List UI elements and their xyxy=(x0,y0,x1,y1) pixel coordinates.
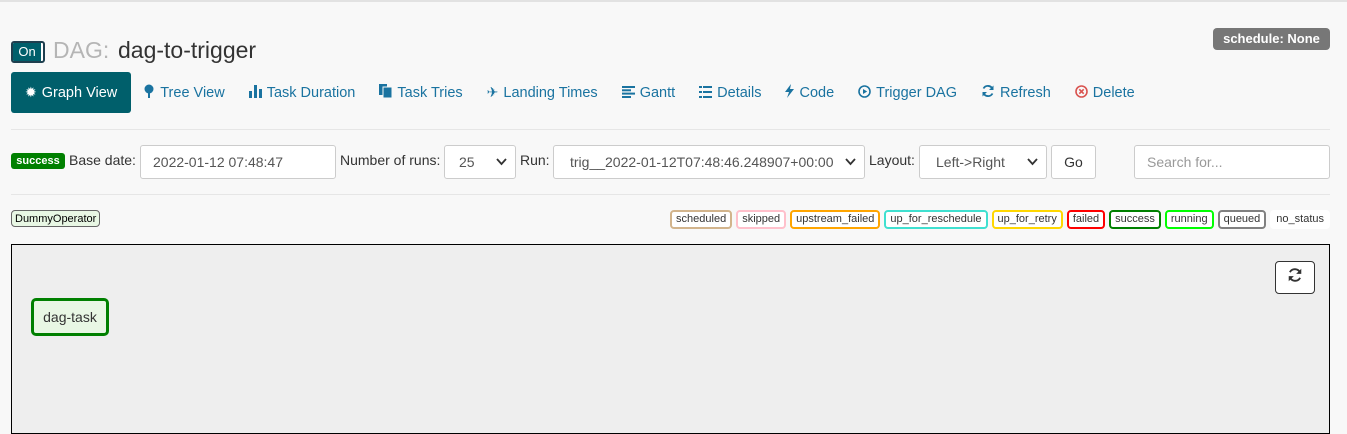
operator-legend: DummyOperator xyxy=(11,210,101,227)
num-runs-value: 25 xyxy=(459,154,475,170)
layout-label: Layout: xyxy=(869,152,915,168)
tab-tree-view[interactable]: Tree View xyxy=(131,72,236,113)
dag-prefix: DAG: xyxy=(53,37,110,63)
play-circle-icon xyxy=(858,84,871,101)
tab-details[interactable]: Details xyxy=(687,72,773,113)
graph-refresh-button[interactable] xyxy=(1275,261,1315,294)
state-failed[interactable]: failed xyxy=(1066,210,1106,229)
bolt-icon xyxy=(785,84,795,101)
tab-landing-times[interactable]: ✈ Landing Times xyxy=(475,72,610,113)
align-left-icon xyxy=(621,85,635,101)
task-node[interactable]: dag-task xyxy=(31,298,109,336)
sun-icon: ✹ xyxy=(25,84,37,100)
refresh-icon xyxy=(1287,267,1303,288)
divider xyxy=(11,194,1330,195)
state-no-status[interactable]: no_status xyxy=(1270,210,1330,229)
dag-run-status-badge: success xyxy=(11,153,65,169)
chevron-down-icon xyxy=(496,146,507,178)
tab-label: Task Tries xyxy=(397,84,463,101)
tab-label: Graph View xyxy=(41,84,118,101)
tab-trigger-dag[interactable]: Trigger DAG xyxy=(846,72,969,113)
state-success[interactable]: success xyxy=(1109,210,1161,229)
schedule-badge: schedule: None xyxy=(1213,28,1330,50)
search-input[interactable]: Search for... xyxy=(1134,145,1330,179)
chevron-down-icon xyxy=(845,146,856,178)
base-date-label: Base date: xyxy=(69,152,136,168)
layout-value: Left->Right xyxy=(936,154,1005,170)
state-upstream-failed[interactable]: upstream_failed xyxy=(790,210,881,229)
base-date-input[interactable]: 2022-01-12 07:48:47 xyxy=(140,145,336,179)
tab-label: Landing Times xyxy=(503,84,598,101)
state-queued[interactable]: queued xyxy=(1217,210,1267,229)
tab-code[interactable]: Code xyxy=(773,72,846,113)
tab-label: Delete xyxy=(1092,84,1135,101)
tab-graph-view[interactable]: ✹ Graph View xyxy=(11,72,132,113)
toggle-label: On xyxy=(13,43,41,61)
state-skipped[interactable]: skipped xyxy=(736,210,787,229)
tab-label: Details xyxy=(717,84,762,101)
remove-circle-icon xyxy=(1074,84,1088,101)
dag-nav: ✹ Graph View Tree View Task Duration Tas… xyxy=(11,72,1147,113)
layout-select[interactable]: Left->Right xyxy=(919,145,1047,179)
run-label: Run: xyxy=(520,152,550,168)
tab-gantt[interactable]: Gantt xyxy=(610,72,687,113)
dag-pause-toggle[interactable]: On xyxy=(11,41,45,63)
bar-chart-icon xyxy=(248,84,262,101)
tab-task-tries[interactable]: Task Tries xyxy=(367,72,474,113)
tab-label: Code xyxy=(799,84,835,101)
divider xyxy=(11,129,1330,130)
tab-label: Gantt xyxy=(639,84,676,101)
num-runs-select[interactable]: 25 xyxy=(444,145,516,179)
state-legend: scheduled skipped upstream_failed up_for… xyxy=(670,210,1330,229)
list-icon xyxy=(699,85,713,101)
tab-label: Task Duration xyxy=(266,84,356,101)
tab-task-duration[interactable]: Task Duration xyxy=(237,72,368,113)
tab-delete[interactable]: Delete xyxy=(1063,72,1147,113)
chevron-down-icon xyxy=(1027,146,1038,178)
state-up-for-retry[interactable]: up_for_retry xyxy=(991,210,1063,229)
dag-title: dag-to-trigger xyxy=(118,37,257,63)
go-button[interactable]: Go xyxy=(1051,145,1096,179)
tab-label: Trigger DAG xyxy=(876,84,957,101)
refresh-icon xyxy=(981,84,995,101)
state-scheduled[interactable]: scheduled xyxy=(670,210,733,229)
tab-label: Refresh xyxy=(1000,84,1051,101)
tab-refresh[interactable]: Refresh xyxy=(969,72,1063,113)
state-up-for-reschedule[interactable]: up_for_reschedule xyxy=(884,210,988,229)
tree-icon xyxy=(143,84,155,101)
run-select[interactable]: trig__2022-01-12T07:48:46.248907+00:00 xyxy=(553,145,865,179)
num-runs-label: Number of runs: xyxy=(340,152,441,168)
state-running[interactable]: running xyxy=(1164,210,1214,229)
run-value: trig__2022-01-12T07:48:46.248907+00:00 xyxy=(570,154,834,170)
plane-icon: ✈ xyxy=(486,84,499,100)
files-icon xyxy=(379,84,393,101)
graph-canvas[interactable]: dag-task xyxy=(11,244,1330,434)
tab-label: Tree View xyxy=(160,84,225,101)
